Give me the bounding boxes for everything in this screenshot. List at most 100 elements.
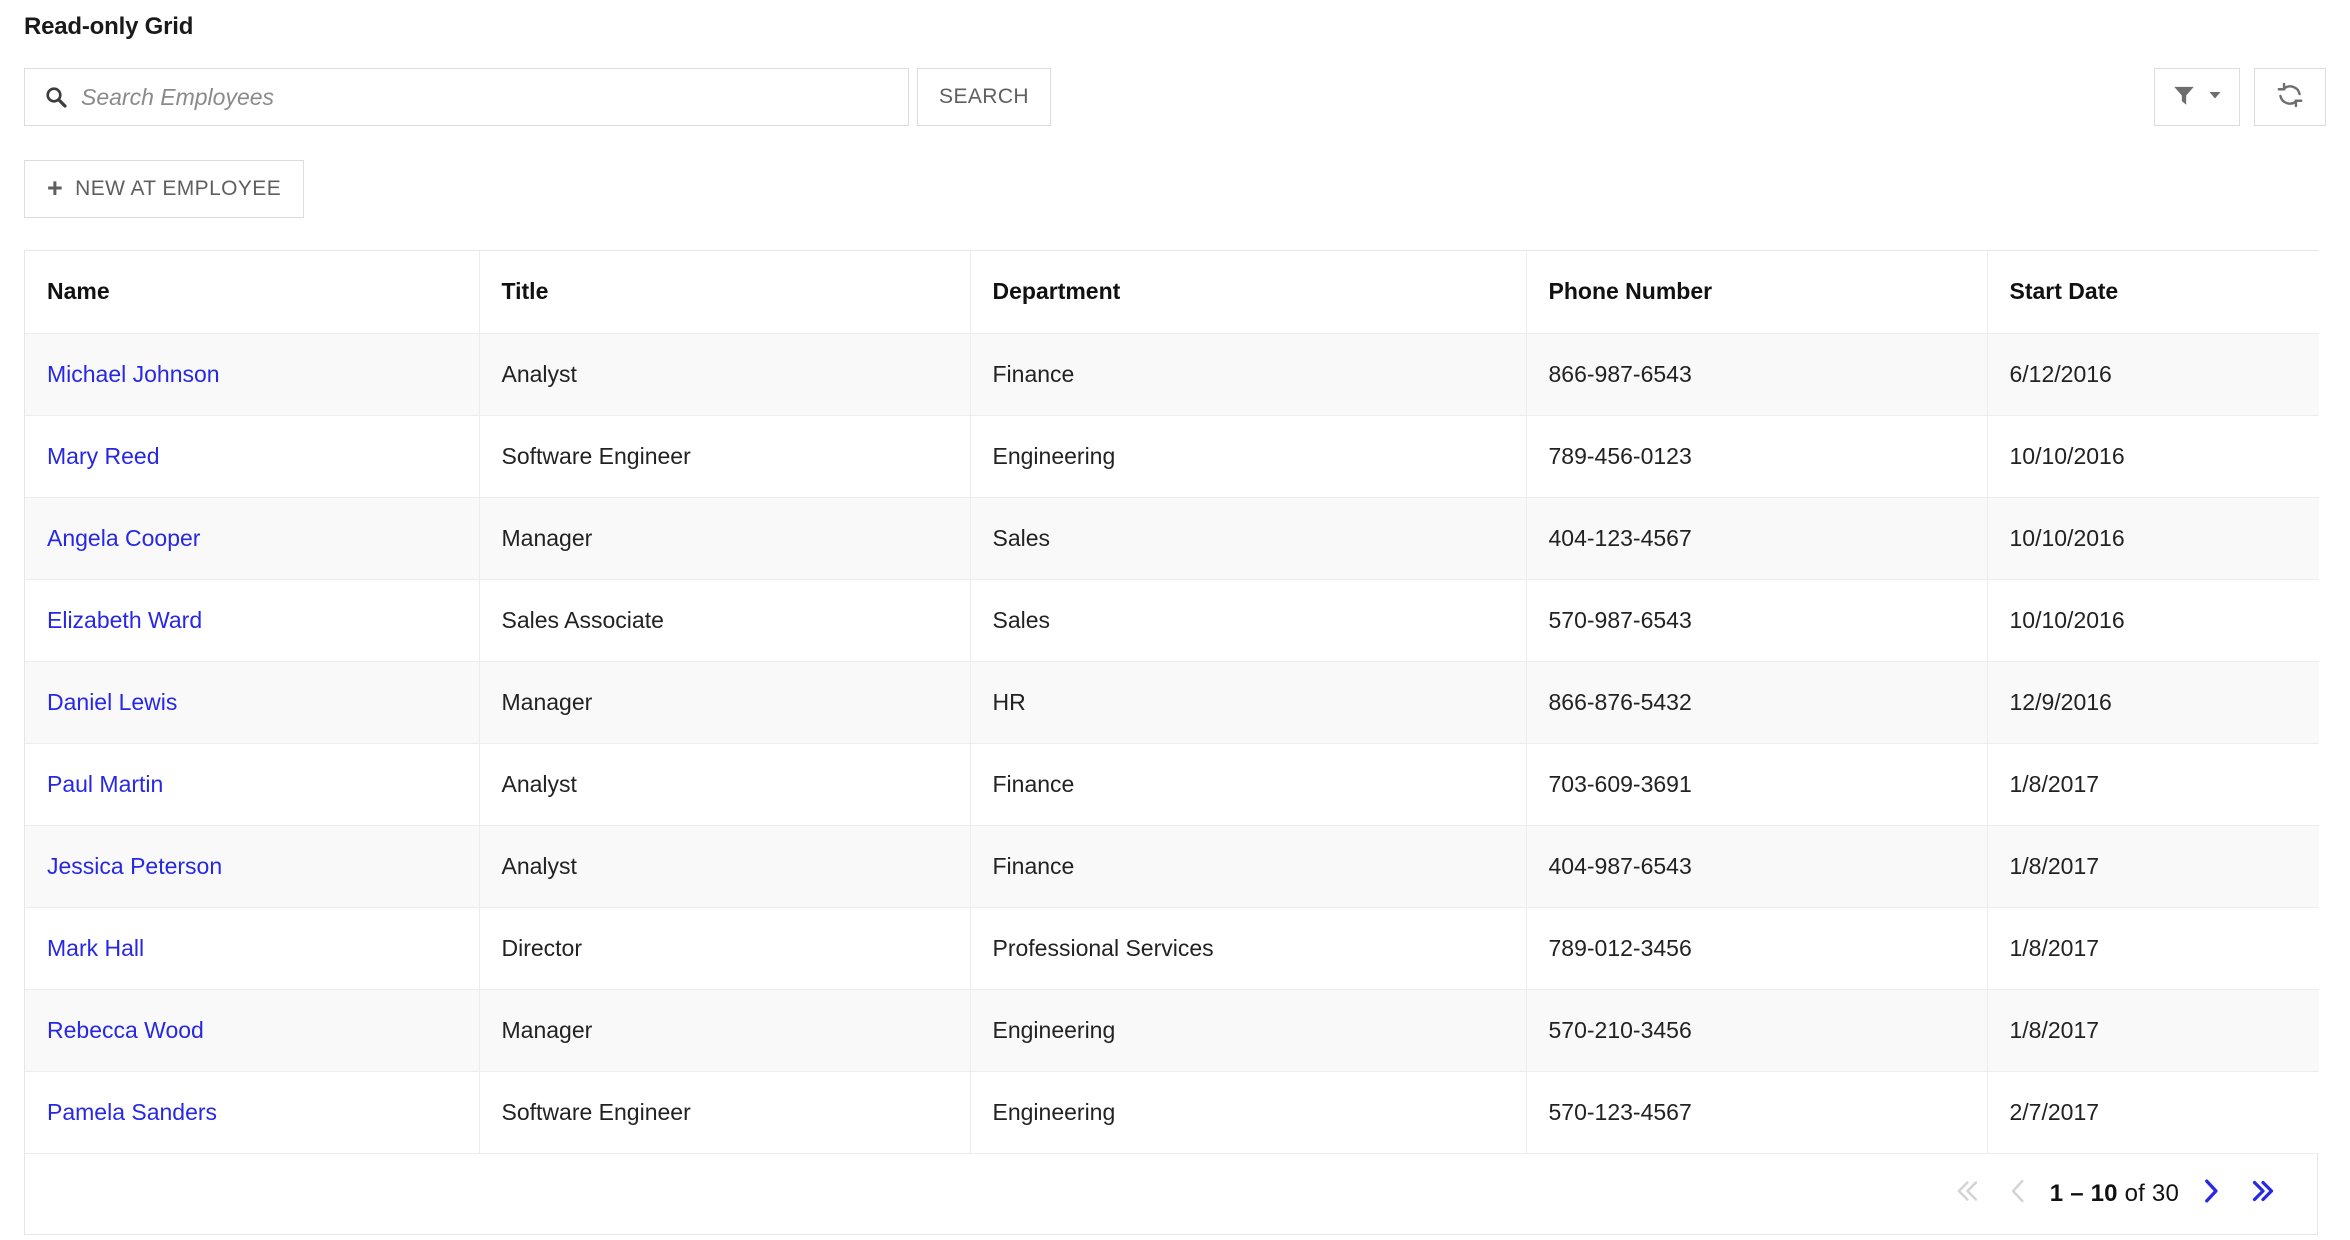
- table-row: Mary Reed Software Engineer Engineering 789…: [25, 415, 2319, 498]
- chevron-left-icon: [2001, 1174, 2035, 1213]
- pagination-range-value: 1 – 10: [2049, 1179, 2118, 1207]
- cell-title: Manager: [479, 661, 971, 744]
- cell-department: Engineering: [970, 989, 1527, 1072]
- cell-department: Finance: [970, 743, 1527, 826]
- column-header-title: Title: [479, 251, 971, 334]
- employee-name-link[interactable]: Rebecca Wood: [47, 1017, 204, 1043]
- cell-name: Jessica Peterson: [25, 825, 480, 908]
- column-header-start-date: Start Date: [1987, 251, 2319, 334]
- cell-name: Mary Reed: [25, 415, 480, 498]
- cell-phone: 570-210-3456: [1526, 989, 1988, 1072]
- cell-name: Daniel Lewis: [25, 661, 480, 744]
- first-page-button[interactable]: [1940, 1168, 1992, 1220]
- cell-name: Elizabeth Ward: [25, 579, 480, 662]
- cell-phone: 789-012-3456: [1526, 907, 1988, 990]
- previous-page-button[interactable]: [1992, 1168, 2044, 1220]
- table-row: Rebecca Wood Manager Engineering 570-210-34…: [25, 989, 2319, 1072]
- cell-start-date: 10/10/2016: [1987, 497, 2319, 580]
- cell-department: HR: [970, 661, 1527, 744]
- refresh-icon: [2276, 81, 2304, 114]
- table-header-row: Name Title Department Phone Number Start…: [25, 251, 2319, 334]
- cell-title: Analyst: [479, 743, 971, 826]
- page-title: Read-only Grid: [24, 13, 194, 40]
- double-chevron-right-icon: [2246, 1174, 2280, 1213]
- plus-icon: +: [47, 172, 64, 203]
- cell-phone: 789-456-0123: [1526, 415, 1988, 498]
- employee-name-link[interactable]: Paul Martin: [47, 771, 163, 797]
- cell-department: Engineering: [970, 1071, 1527, 1154]
- search-bar: SEARCH: [24, 68, 1051, 126]
- cell-phone: 866-876-5432: [1526, 661, 1988, 744]
- cell-name: Paul Martin: [25, 743, 480, 826]
- cell-start-date: 10/10/2016: [1987, 415, 2319, 498]
- cell-title: Manager: [479, 989, 971, 1072]
- cell-start-date: 1/8/2017: [1987, 825, 2319, 908]
- grid-toolbar: [2154, 68, 2326, 126]
- table-row: Angela Cooper Manager Sales 404-123-4567 10/…: [25, 497, 2319, 580]
- filter-icon: [2171, 82, 2197, 113]
- cell-phone: 570-123-4567: [1526, 1071, 1988, 1154]
- last-page-button[interactable]: [2237, 1168, 2289, 1220]
- employee-name-link[interactable]: Angela Cooper: [47, 525, 200, 551]
- employee-name-link[interactable]: Mary Reed: [47, 443, 159, 469]
- employee-name-link[interactable]: Jessica Peterson: [47, 853, 222, 879]
- cell-title: Software Engineer: [479, 415, 971, 498]
- column-header-phone: Phone Number: [1526, 251, 1988, 334]
- cell-department: Finance: [970, 825, 1527, 908]
- pagination-range: 1 – 10 of 30: [2044, 1180, 2185, 1208]
- table-row: Michael Johnson Analyst Finance 866-987-654…: [25, 333, 2319, 416]
- cell-department: Sales: [970, 497, 1527, 580]
- refresh-button[interactable]: [2254, 68, 2326, 126]
- employee-name-link[interactable]: Daniel Lewis: [47, 689, 177, 715]
- search-field[interactable]: [24, 68, 909, 126]
- pagination-total: of 30: [2124, 1179, 2179, 1207]
- search-button[interactable]: SEARCH: [917, 68, 1051, 126]
- employee-name-link[interactable]: Pamela Sanders: [47, 1099, 217, 1125]
- cell-phone: 866-987-6543: [1526, 333, 1988, 416]
- column-header-department: Department: [970, 251, 1527, 334]
- cell-title: Manager: [479, 497, 971, 580]
- cell-name: Michael Johnson: [25, 333, 480, 416]
- employee-name-link[interactable]: Elizabeth Ward: [47, 607, 202, 633]
- cell-start-date: 6/12/2016: [1987, 333, 2319, 416]
- cell-department: Sales: [970, 579, 1527, 662]
- table-row: Daniel Lewis Manager HR 866-876-5432 12/9/20…: [25, 661, 2319, 744]
- cell-phone: 703-609-3691: [1526, 743, 1988, 826]
- cell-start-date: 10/10/2016: [1987, 579, 2319, 662]
- employee-name-link[interactable]: Michael Johnson: [47, 361, 220, 387]
- employee-grid: Name Title Department Phone Number Start…: [24, 250, 2319, 1235]
- read-only-grid-page: Read-only Grid SEARCH: [0, 0, 2350, 1240]
- table-row: Pamela Sanders Software Engineer Engineeri…: [25, 1071, 2319, 1154]
- column-header-name: Name: [25, 251, 480, 334]
- cell-name: Mark Hall: [25, 907, 480, 990]
- cell-start-date: 1/8/2017: [1987, 989, 2319, 1072]
- cell-department: Finance: [970, 333, 1527, 416]
- employee-name-link[interactable]: Mark Hall: [47, 935, 144, 961]
- new-at-employee-button[interactable]: + NEW AT EMPLOYEE: [24, 160, 305, 218]
- cell-phone: 570-987-6543: [1526, 579, 1988, 662]
- cell-department: Professional Services: [970, 907, 1527, 990]
- cell-phone: 404-123-4567: [1526, 497, 1988, 580]
- cell-department: Engineering: [970, 415, 1527, 498]
- paginator: 1 – 10 of 30: [25, 1153, 2317, 1234]
- cell-start-date: 2/7/2017: [1987, 1071, 2319, 1154]
- filter-button[interactable]: [2154, 68, 2240, 126]
- cell-title: Analyst: [479, 333, 971, 416]
- cell-name: Pamela Sanders: [25, 1071, 480, 1154]
- chevron-down-icon: [2207, 87, 2223, 108]
- search-input[interactable]: [81, 83, 890, 111]
- cell-start-date: 12/9/2016: [1987, 661, 2319, 744]
- table-row: Jessica Peterson Analyst Finance 404-987-65…: [25, 825, 2319, 908]
- cell-phone: 404-987-6543: [1526, 825, 1988, 908]
- chevron-right-icon: [2194, 1174, 2228, 1213]
- cell-name: Rebecca Wood: [25, 989, 480, 1072]
- next-page-button[interactable]: [2185, 1168, 2237, 1220]
- table-row: Paul Martin Analyst Finance 703-609-3691 1/8…: [25, 743, 2319, 826]
- cell-title: Analyst: [479, 825, 971, 908]
- double-chevron-left-icon: [1949, 1174, 1983, 1213]
- cell-start-date: 1/8/2017: [1987, 743, 2319, 826]
- cell-name: Angela Cooper: [25, 497, 480, 580]
- table-row: Mark Hall Director Professional Services 78…: [25, 907, 2319, 990]
- cell-title: Software Engineer: [479, 1071, 971, 1154]
- employee-table: Name Title Department Phone Number Start…: [25, 251, 2319, 1154]
